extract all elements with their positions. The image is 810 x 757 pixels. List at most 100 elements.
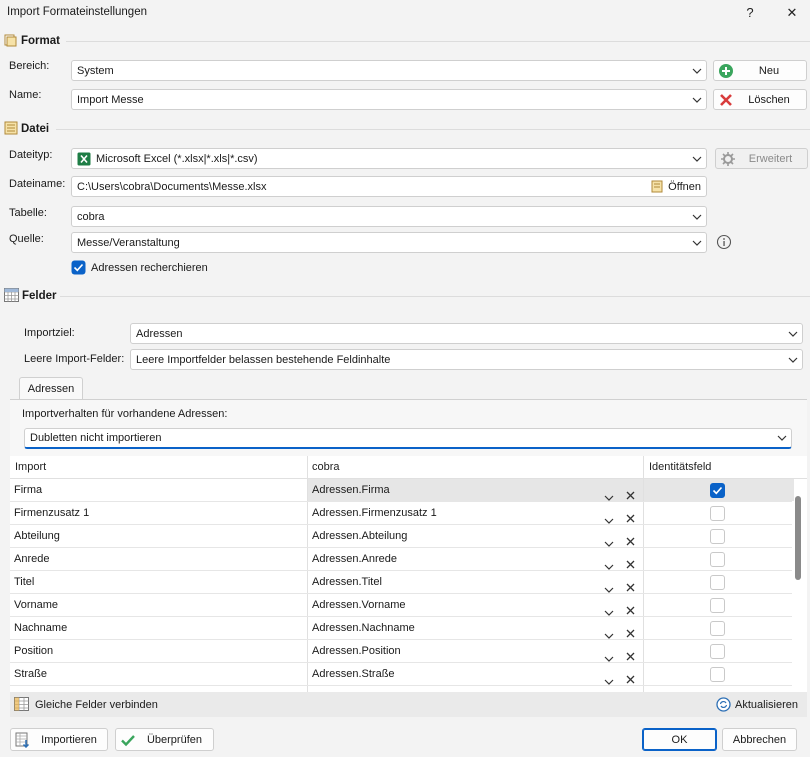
chevron-down-icon[interactable] (604, 671, 614, 685)
identitaetsfeld-checkbox[interactable] (710, 644, 725, 659)
cobra-field-cell[interactable]: Adressen.Anrede (312, 548, 397, 571)
checkbox-checked-icon (71, 260, 86, 275)
abbrechen-label: Abbrechen (732, 733, 787, 746)
import-cell: Position (14, 645, 54, 657)
clear-icon[interactable] (626, 647, 635, 661)
help-button[interactable]: ? (739, 4, 761, 22)
oeffnen-button[interactable]: Öffnen (651, 180, 706, 193)
dateityp-select[interactable]: Microsoft Excel (*.xlsx|*.xls|*.csv) (71, 148, 707, 169)
clear-icon[interactable] (626, 486, 635, 500)
table-row[interactable]: Anrede Adressen.Anrede (10, 548, 792, 571)
delete-icon (718, 92, 734, 108)
clear-icon[interactable] (626, 670, 635, 684)
table-row[interactable]: Firmenzusatz 1 Adressen.Firmenzusatz 1 (10, 502, 792, 525)
close-button[interactable]: ✕ (781, 4, 803, 22)
importziel-select[interactable]: Adressen (130, 323, 803, 344)
clear-icon[interactable] (626, 601, 635, 615)
chevron-down-icon[interactable] (604, 487, 614, 501)
table-row[interactable]: Abteilung Adressen.Abteilung (10, 525, 792, 548)
dateityp-value: Microsoft Excel (*.xlsx|*.xls|*.csv) (96, 152, 258, 165)
identitaetsfeld-checkbox[interactable] (710, 598, 725, 613)
clear-icon[interactable] (626, 555, 635, 569)
clear-icon[interactable] (626, 509, 635, 523)
name-select[interactable]: Import Messe (71, 89, 707, 110)
cobra-field-cell[interactable]: Adressen.Vorname (312, 594, 406, 617)
datei-section-header: Datei (4, 121, 49, 137)
felder-section-header: Felder (4, 287, 57, 304)
abbrechen-button[interactable]: Abbrechen (722, 728, 797, 751)
importverhalten-select[interactable]: Dubletten nicht importieren (24, 428, 792, 449)
chevron-down-icon[interactable] (604, 556, 614, 570)
info-icon[interactable] (716, 234, 732, 253)
dateiname-label: Dateiname: (9, 178, 66, 190)
name-value: Import Messe (77, 93, 144, 106)
chevron-down-icon[interactable] (604, 625, 614, 639)
table-row[interactable]: Nachname Adressen.Nachname (10, 617, 792, 640)
clear-icon[interactable] (626, 578, 635, 592)
chevron-down-icon[interactable] (604, 648, 614, 662)
identitaetsfeld-checkbox[interactable] (710, 506, 725, 521)
adressen-recherchieren-checkbox[interactable]: Adressen recherchieren (71, 260, 208, 275)
dateiname-input[interactable]: C:\Users\cobra\Documents\Messe.xlsx Öffn… (71, 176, 707, 197)
refresh-icon (716, 697, 731, 712)
cobra-field-cell[interactable]: Adressen.Firma (312, 479, 390, 502)
vertical-scrollbar-thumb[interactable] (795, 496, 801, 580)
chevron-down-icon[interactable] (604, 510, 614, 524)
ok-button[interactable]: OK (642, 728, 717, 751)
table-row[interactable]: Position Adressen.Position (10, 640, 792, 663)
chevron-down-icon (688, 156, 706, 162)
importieren-button[interactable]: Importieren (10, 728, 108, 751)
quelle-select[interactable]: Messe/Veranstaltung (71, 232, 707, 253)
loeschen-label: Löschen (748, 93, 790, 106)
datei-section-title: Datei (21, 123, 50, 135)
quelle-value: Messe/Veranstaltung (77, 236, 180, 249)
chevron-down-icon[interactable] (604, 579, 614, 593)
oeffnen-label: Öffnen (668, 180, 701, 193)
cobra-field-cell[interactable]: Adressen.Firmenzusatz 1 (312, 502, 437, 525)
clear-icon[interactable] (626, 532, 635, 546)
table-row[interactable]: Vorname Adressen.Vorname (10, 594, 792, 617)
column-header-identitaetsfeld[interactable]: Identitätsfeld (647, 456, 711, 478)
leere-import-felder-select[interactable]: Leere Importfelder belassen bestehende F… (130, 349, 803, 370)
gleiche-felder-verbinden-button[interactable]: Gleiche Felder verbinden (14, 697, 158, 712)
cobra-field-cell[interactable]: Adressen.Nachname (312, 617, 415, 640)
column-header-cobra[interactable]: cobra (310, 456, 340, 478)
cobra-field-cell[interactable]: Adressen.Abteilung (312, 525, 407, 548)
identitaetsfeld-checkbox[interactable] (710, 667, 725, 682)
ueberpruefen-button[interactable]: Überprüfen (115, 728, 214, 751)
chevron-down-icon[interactable] (604, 533, 614, 547)
identitaetsfeld-checkbox[interactable] (710, 483, 725, 498)
table-row[interactable]: Firma Adressen.Firma (10, 479, 794, 502)
identitaetsfeld-checkbox[interactable] (710, 552, 725, 567)
identitaetsfeld-checkbox[interactable] (710, 621, 725, 636)
neu-button[interactable]: Neu (713, 60, 807, 81)
folder-open-icon (651, 180, 665, 193)
aktualisieren-button[interactable]: Aktualisieren (716, 697, 798, 712)
importverhalten-label: Importverhalten für vorhandene Adressen: (22, 408, 228, 420)
clear-icon[interactable] (626, 624, 635, 638)
identitaetsfeld-checkbox[interactable] (710, 529, 725, 544)
tab-adressen[interactable]: Adressen (19, 377, 83, 400)
column-header-import[interactable]: Import (13, 456, 46, 478)
identitaetsfeld-checkbox[interactable] (710, 575, 725, 590)
tabelle-select[interactable]: cobra (71, 206, 707, 227)
format-icon (4, 33, 18, 50)
bereich-value: System (77, 64, 114, 77)
cobra-field-cell[interactable]: Adressen.Position (312, 640, 401, 663)
aktualisieren-label: Aktualisieren (735, 698, 798, 711)
bereich-label: Bereich: (9, 60, 50, 72)
chevron-down-icon (688, 214, 706, 220)
cobra-field-cell[interactable]: Adressen.Titel (312, 571, 382, 594)
format-section-header: Format (4, 33, 60, 49)
bereich-select[interactable]: System (71, 60, 707, 81)
importziel-label: Importziel: (24, 327, 75, 339)
table-row[interactable]: Titel Adressen.Titel (10, 571, 792, 594)
erweitert-button[interactable]: Erweitert (715, 148, 808, 169)
ok-label: OK (671, 733, 688, 746)
cobra-field-cell[interactable]: Adressen.Straße (312, 663, 395, 686)
dateityp-label: Dateityp: (9, 149, 53, 161)
chevron-down-icon[interactable] (604, 602, 614, 616)
import-cell: Titel (14, 576, 35, 588)
loeschen-button[interactable]: Löschen (713, 89, 807, 110)
table-row[interactable]: Straße Adressen.Straße (10, 663, 792, 686)
